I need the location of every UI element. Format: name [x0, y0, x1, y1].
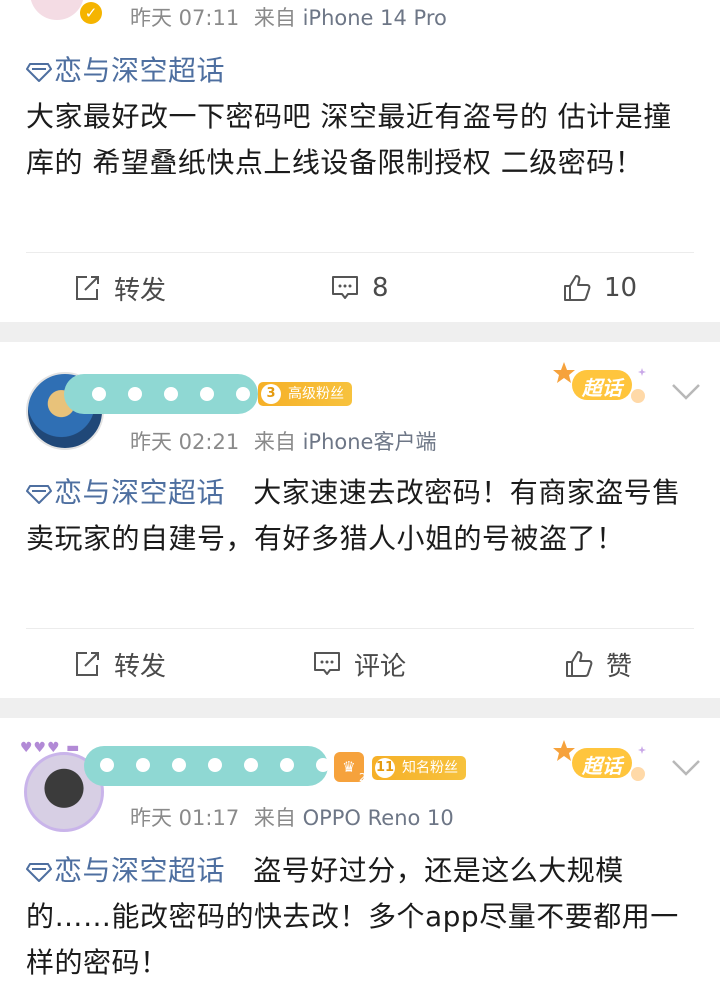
fan-badge: 11 知名粉丝: [372, 756, 466, 780]
comment-button[interactable]: 8: [330, 268, 389, 308]
topic-link[interactable]: 恋与深空超话: [26, 854, 234, 887]
post-meta: 昨天 01:17 来自 OPPO Reno 10: [130, 802, 454, 832]
divider: [26, 252, 694, 253]
chevron-down-icon[interactable]: [670, 756, 702, 780]
diamond-icon: [26, 863, 52, 882]
chaohua-label: 超话: [582, 376, 622, 400]
like-count: 10: [604, 273, 638, 303]
repost-icon: [76, 276, 99, 300]
topic-label: 恋与深空超话: [54, 54, 226, 87]
post-source: iPhone客户端: [302, 430, 437, 454]
source-prefix: 来自: [253, 6, 296, 30]
post-body: 恋与深空超话 大家速速去改密码！有商家盗号售卖玩家的自建号，有好多猎人小姐的号被…: [26, 470, 698, 562]
comment-label: 评论: [354, 651, 407, 682]
chevron-down-icon[interactable]: [670, 380, 702, 404]
post-body: 恋与深空超话 盗号好过分，还是这么大规模的……能改密码的快去改！多个app尽量不…: [26, 848, 698, 986]
thumbs-up-icon: [564, 275, 591, 301]
crown-level: 2: [359, 771, 366, 784]
comment-button[interactable]: 评论: [312, 644, 406, 684]
comment-count: 8: [372, 273, 389, 303]
comment-icon: [314, 652, 340, 675]
post-time: 昨天 07:11: [130, 6, 240, 30]
post-card: ♥♥♥ ▬ ♛ 2 11 知名粉丝 超话 昨天 01:17 来自 OPPO Re…: [0, 718, 720, 1004]
source-prefix: 来自: [253, 430, 296, 454]
fan-badge: 3 高级粉丝: [258, 382, 352, 406]
repost-label: 转发: [114, 651, 167, 682]
diamond-icon: [26, 63, 52, 82]
repost-label: 转发: [114, 275, 167, 306]
repost-icon: [76, 652, 99, 676]
post-card: 3 高级粉丝 超话 昨天 02:21 来自 iPhone客户端 恋与深空超话 大…: [0, 342, 720, 698]
fan-badge-label: 知名粉丝: [402, 760, 458, 776]
topic-link[interactable]: 恋与深空超话: [26, 54, 225, 87]
repost-button[interactable]: 转发: [72, 268, 166, 308]
post-body: 恋与深空超话 大家最好改一下密码吧 深空最近有盗号的 估计是撞库的 希望叠纸快点…: [26, 48, 698, 186]
fan-level: 11: [375, 758, 395, 778]
chaohua-label: 超话: [582, 754, 622, 778]
crown-icon: ♛: [342, 758, 356, 776]
verified-icon: ✓: [80, 2, 102, 24]
post-time: 昨天 01:17: [130, 806, 240, 830]
topic-link[interactable]: 恋与深空超话: [26, 476, 234, 509]
fan-level: 3: [261, 384, 281, 404]
post-meta: 昨天 07:11 来自 iPhone 14 Pro: [130, 2, 447, 32]
censor-dots: [100, 758, 330, 772]
fan-badge-label: 高级粉丝: [288, 386, 344, 402]
like-button[interactable]: 赞: [564, 644, 632, 684]
censor-dots: [92, 387, 250, 401]
repost-button[interactable]: 转发: [72, 644, 166, 684]
avatar[interactable]: [30, 0, 84, 20]
post-source: OPPO Reno 10: [302, 806, 454, 830]
diamond-icon: [26, 485, 52, 504]
post-meta: 昨天 02:21 来自 iPhone客户端: [130, 426, 436, 456]
crown-badge: ♛ 2: [334, 752, 366, 784]
divider: [26, 628, 694, 629]
source-prefix: 来自: [253, 806, 296, 830]
topic-label: 恋与深空超话: [54, 476, 226, 509]
post-time: 昨天 02:21: [130, 430, 240, 454]
post-source: iPhone 14 Pro: [302, 6, 447, 30]
post-text: 大家最好改一下密码吧 深空最近有盗号的 估计是撞库的 希望叠纸快点上线设备限制授…: [26, 100, 672, 179]
topic-label: 恋与深空超话: [54, 854, 226, 887]
thumbs-up-icon: [566, 651, 593, 677]
like-button[interactable]: 10: [562, 268, 637, 308]
like-label: 赞: [606, 651, 633, 682]
comment-icon: [332, 276, 358, 299]
post-card: ✓ 昨天 07:11 来自 iPhone 14 Pro 恋与深空超话 大家最好改…: [0, 0, 720, 322]
